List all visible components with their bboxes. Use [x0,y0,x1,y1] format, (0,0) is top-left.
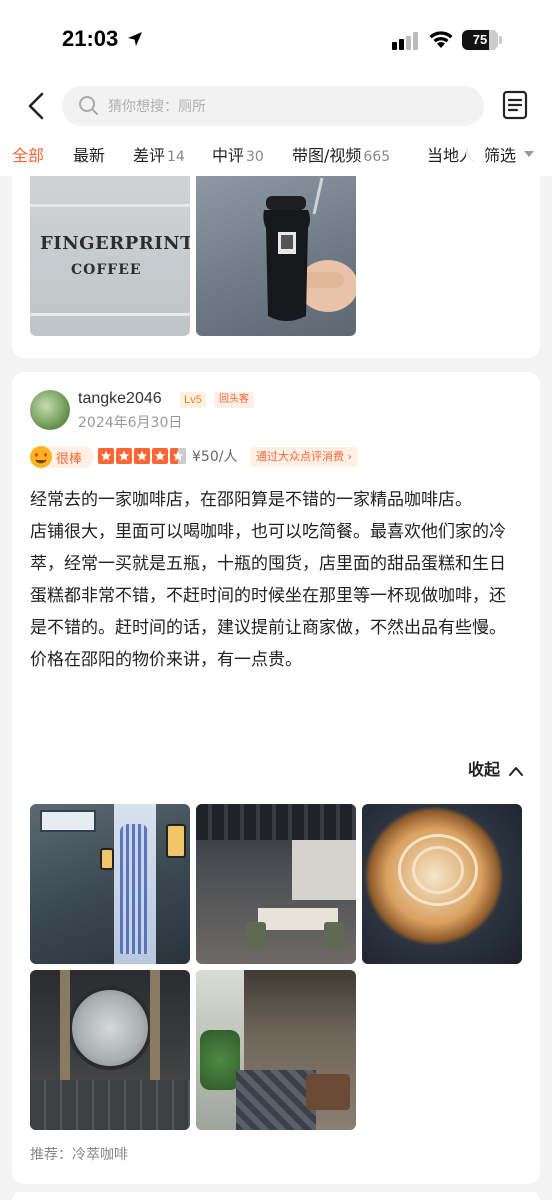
tab-label: 中评 [212,146,245,165]
location-arrow-icon [126,30,144,52]
username[interactable]: tangke2046 [78,390,162,408]
floor [236,1070,316,1130]
collapse-button[interactable]: 收起 [468,756,524,780]
source-text: 通过大众点评消费 [256,450,344,463]
recommend-label: 推荐： [30,1147,72,1163]
next-review-card-edge [12,1192,540,1200]
consumption-source-badge[interactable]: 通过大众点评消费 › [250,447,358,467]
bottle-illustration [263,177,356,321]
wifi-icon [428,29,454,53]
caret-down-icon [524,151,534,157]
sign-text-line2: COFFEE [71,262,142,278]
tab-label: 差评 [133,146,166,165]
review-photo-sign[interactable]: FINGERPRINT COFFEE [30,176,190,336]
repeat-customer-badge: 回头客 [214,392,254,408]
chair [324,922,344,948]
review-photo-latte[interactable] [362,804,522,964]
smile-heart-eyes-icon [30,446,52,468]
floor [30,1080,190,1130]
star-rating [98,448,188,467]
tab-count: 14 [167,149,185,165]
battery-tip [499,36,502,44]
status-bar: 21:03 75 [0,0,552,80]
tab-label: 带图/视频 [292,146,362,165]
praise-text: 很棒 [56,452,83,467]
rating-row: 很棒 ¥50/人 通过大众点评消费 › [30,446,540,470]
review-card: tangke2046 Lv5 回头客 2024年6月30日 很棒 ¥50/人 通… [12,372,540,1184]
tab-label: 全部 [12,146,45,165]
price-per-person: ¥50/人 [192,449,238,465]
review-photo-corridor[interactable] [196,970,356,1130]
tab-with-media[interactable]: 带图/视频 665 [292,142,390,166]
recommend-row: 推荐：冷萃咖啡 [30,1144,128,1164]
cellular-signal-icon [392,32,420,54]
review-photo-storefront[interactable] [30,804,190,964]
wall-lamp [100,848,114,870]
tab-all[interactable]: 全部 [12,142,44,166]
review-filter-tabs: 全部 最新 差评 14 中评 30 带图/视频 665 当地人 筛选 [0,132,552,176]
star-icon [116,448,132,464]
filter-button[interactable]: 筛选 [484,142,516,166]
search-placeholder: 猜你想搜：厕所 [108,99,206,115]
previous-review-card: FINGERPRINT COFFEE [12,176,540,358]
shop-sign [40,810,96,832]
tab-neutral[interactable]: 中评 30 [212,142,264,166]
search-icon [78,95,100,121]
wall [292,840,356,900]
status-time: 21:03 [62,26,119,51]
review-photo-window[interactable] [30,970,190,1130]
wall-lamp [166,824,186,858]
review-photo-interior[interactable] [196,804,356,964]
document-icon [502,90,528,120]
collapse-label: 收起 [468,760,501,779]
search-input[interactable]: 猜你想搜：厕所 [62,86,484,126]
review-date: 2024年6月30日 [78,415,183,431]
half-star-icon [170,448,186,464]
star-icon [98,448,114,464]
sign-frame [30,204,190,316]
avatar[interactable] [30,390,70,430]
filter-label: 筛选 [484,146,517,165]
chevron-right-icon: › [347,450,352,463]
battery-level: 75 [472,32,488,47]
battery-icon: 75 [462,30,498,50]
praise-badge: 很棒 [30,446,94,468]
plants [200,1030,240,1090]
round-window [68,986,152,1070]
document-button[interactable] [502,90,532,122]
top-bar: 猜你想搜：厕所 [0,80,552,132]
tab-latest[interactable]: 最新 [73,142,105,166]
tab-label: 最新 [73,146,106,165]
level-badge: Lv5 [180,392,206,408]
ceiling [196,804,356,840]
review-photo-bottle[interactable] [196,176,356,336]
tab-count: 665 [363,149,391,165]
tab-negative[interactable]: 差评 14 [133,142,185,166]
chevron-up-icon [508,766,523,776]
recommend-item[interactable]: 冷萃咖啡 [72,1147,128,1163]
star-icon [134,448,150,464]
back-icon [28,92,44,120]
review-text: 经常去的一家咖啡店，在邵阳算是不错的一家精品咖啡店。 店铺很大，里面可以喝咖啡，… [30,490,506,670]
back-button[interactable] [20,88,52,124]
star-icon [152,448,168,464]
sign-text-line1: FINGERPRINT [40,233,190,254]
tab-count: 30 [246,149,264,165]
chair [246,922,266,948]
poster-figure [120,824,148,954]
sofa [306,1074,350,1110]
latte-art [412,846,464,894]
